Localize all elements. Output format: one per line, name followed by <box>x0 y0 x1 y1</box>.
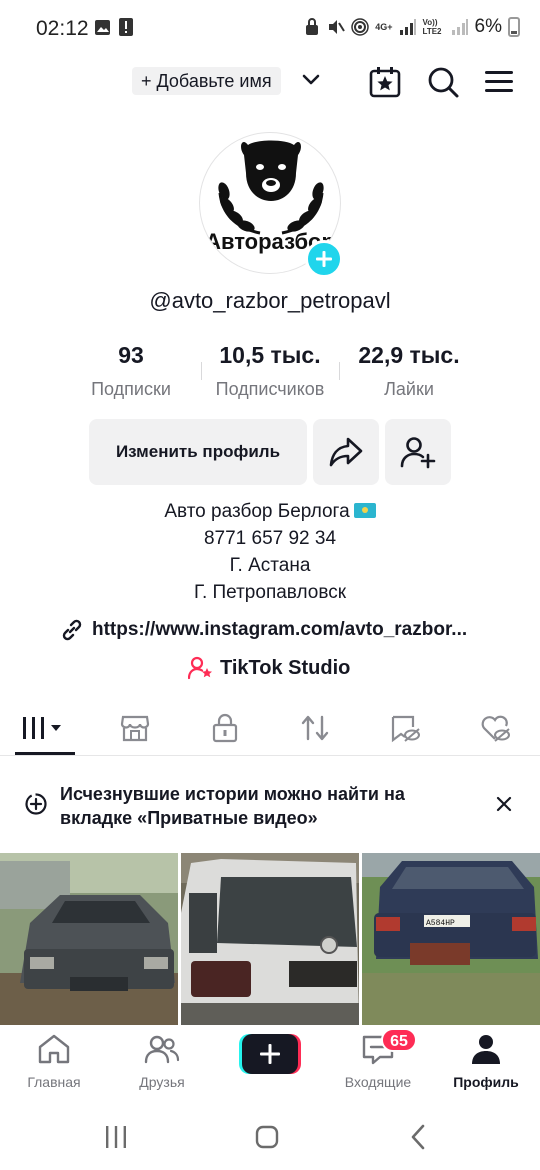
tab-favorites[interactable] <box>375 708 435 748</box>
link-text: https://www.instagram.com/avto_razbor... <box>92 619 468 640</box>
calendar-star-icon[interactable] <box>367 64 403 100</box>
profile-tabs <box>0 700 540 756</box>
menu-icon[interactable] <box>481 64 517 100</box>
bio-line: Г. Петропавловск <box>193 582 347 603</box>
signal2-icon <box>451 18 469 36</box>
profile-bio: Авто разбор Берлога 8771 657 92 34 Г. Ас… <box>0 498 540 606</box>
volte-label: Vo)) LTE2 <box>422 18 442 36</box>
bio-line: 8771 657 92 34 <box>203 528 337 549</box>
video-thumbnail[interactable] <box>0 853 178 1025</box>
gallery-icon <box>93 18 111 36</box>
studio-user-star-icon <box>188 656 212 680</box>
home-icon <box>38 1034 70 1064</box>
private-videos-notice: Исчезнувшие истории можно найти на вклад… <box>0 770 540 850</box>
recent-apps-icon[interactable] <box>96 1122 136 1152</box>
plus-icon <box>239 1034 301 1074</box>
share-profile-button[interactable] <box>313 419 379 485</box>
stat-likes[interactable]: 22,9 тыс. Лайки <box>344 342 474 400</box>
create-button[interactable] <box>239 1034 301 1074</box>
stat-divider <box>339 362 340 380</box>
lock-icon <box>212 713 238 743</box>
kazakhstan-flag-icon <box>353 503 376 518</box>
story-add-icon <box>24 792 48 821</box>
chevron-down-icon[interactable] <box>300 69 322 96</box>
stat-divider <box>201 362 202 380</box>
close-icon[interactable] <box>492 792 516 816</box>
back-icon[interactable] <box>399 1122 439 1152</box>
license-plate-text: A584HP <box>426 919 455 928</box>
studio-label: TikTok Studio <box>220 656 351 679</box>
battery-percent: 6% <box>474 16 502 37</box>
username: @avto_razbor_petropavl <box>149 288 391 313</box>
status-bar: 02:12 4G+ Vo)) LTE2 6% <box>0 0 540 58</box>
nav-home[interactable]: Главная <box>9 1033 99 1090</box>
nav-friends[interactable]: Друзья <box>117 1033 207 1090</box>
active-tab-indicator <box>15 752 75 755</box>
lock-icon <box>303 18 321 36</box>
share-icon <box>329 437 363 467</box>
video-thumbnail[interactable]: A584HP <box>362 853 540 1025</box>
grid-lines-icon <box>23 717 61 739</box>
bio-link[interactable]: https://www.instagram.com/avto_razbor... <box>60 616 467 644</box>
system-nav-bar <box>0 1100 540 1170</box>
network-label: 4G+ <box>375 22 393 32</box>
mute-icon <box>327 18 346 36</box>
home-button-icon[interactable] <box>247 1122 287 1152</box>
notice-text: Исчезнувшие истории можно найти на вклад… <box>60 784 405 828</box>
heart-hidden-icon <box>481 715 510 742</box>
search-icon[interactable] <box>425 64 461 100</box>
profile-icon <box>472 1035 500 1064</box>
add-avatar-button[interactable] <box>305 240 343 278</box>
tab-liked[interactable] <box>465 708 525 748</box>
nav-profile[interactable]: Профиль <box>441 1033 531 1090</box>
tab-reposts[interactable] <box>285 708 345 748</box>
repost-icon <box>301 715 329 741</box>
bookmark-hidden-icon <box>391 715 420 743</box>
tab-private[interactable] <box>195 708 255 748</box>
alert-icon <box>117 18 135 36</box>
video-thumbnail[interactable] <box>181 853 359 1025</box>
add-user-icon <box>400 437 436 469</box>
profile-stats: 93 Подписки 10,5 тыс. Подписчиков 22,9 т… <box>0 342 540 402</box>
bottom-nav: Главная Друзья Входящие 65 Профиль <box>0 1025 540 1099</box>
friends-icon <box>144 1035 180 1064</box>
stat-followers[interactable]: 10,5 тыс. Подписчиков <box>203 342 337 400</box>
video-grid: A584HP <box>0 853 540 1025</box>
hotspot-icon <box>351 18 370 36</box>
top-bar: + Добавьте имя <box>0 60 540 104</box>
tab-videos[interactable] <box>15 708 75 748</box>
link-icon <box>62 619 82 641</box>
bio-line: Авто разбор Берлога <box>164 501 350 522</box>
stat-following[interactable]: 93 Подписки <box>80 342 182 400</box>
inbox-badge: 65 <box>381 1028 417 1052</box>
edit-profile-button[interactable]: Изменить профиль <box>89 419 307 485</box>
tiktok-studio-link[interactable]: TikTok Studio <box>188 654 350 682</box>
add-friend-button[interactable] <box>385 419 451 485</box>
signal-icon <box>399 18 417 36</box>
shop-icon <box>120 715 150 742</box>
battery-icon <box>508 17 520 37</box>
tab-shop[interactable] <box>105 708 165 748</box>
bio-line: Г. Астана <box>229 555 311 576</box>
add-name-button[interactable]: + Добавьте имя <box>132 67 281 95</box>
status-time: 02:12 <box>36 17 89 40</box>
